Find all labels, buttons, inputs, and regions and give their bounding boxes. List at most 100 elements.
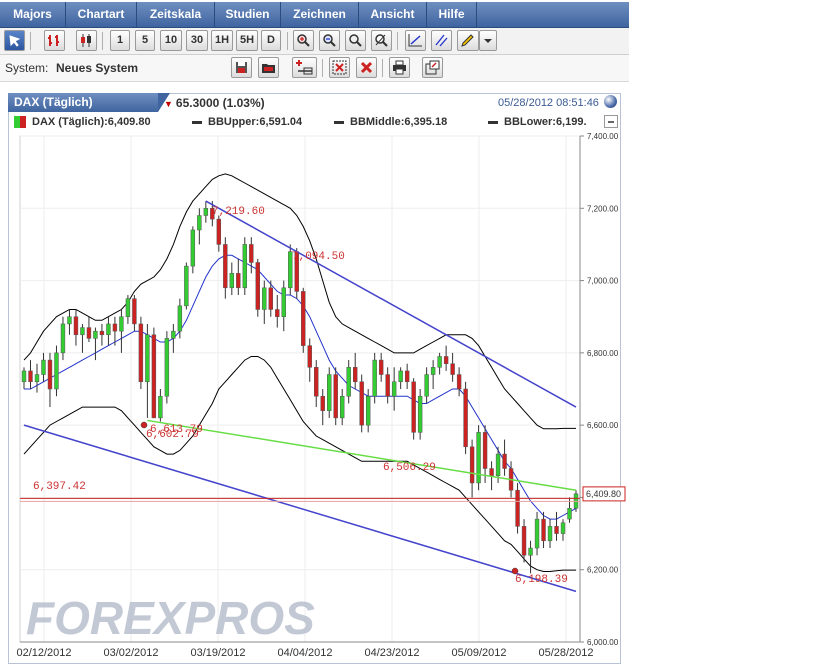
candle (450, 352, 455, 382)
candle (482, 425, 488, 483)
candle (145, 323, 150, 418)
price-annotations: 7,219.607,094.506,613.796,602.796,506.29… (33, 206, 568, 586)
candle (197, 208, 202, 245)
y-tick-label: 6,200.00 (587, 566, 619, 575)
candle (430, 360, 436, 389)
x-tick-label: 05/09/2012 (451, 647, 506, 659)
candle (437, 352, 442, 375)
candle (80, 323, 85, 353)
candle (60, 316, 66, 361)
candle (307, 338, 312, 382)
candle (476, 425, 481, 491)
candle (340, 389, 345, 426)
app-window: Majors Chartart Zeitskala Studien Zeichn… (0, 0, 629, 664)
candle (554, 511, 559, 541)
candle (385, 367, 390, 404)
candle (216, 215, 222, 252)
candle (359, 374, 364, 433)
sma-line (24, 254, 577, 520)
blue-trendline[interactable] (23, 424, 577, 593)
candle (54, 345, 59, 397)
candle (411, 378, 416, 440)
candle (203, 201, 209, 223)
candle (301, 287, 306, 353)
candle (158, 389, 163, 422)
candle (86, 316, 92, 343)
candle (333, 367, 338, 426)
candle (255, 258, 260, 317)
candle (391, 367, 397, 411)
candle (41, 352, 46, 382)
candle (28, 360, 33, 389)
candle (138, 316, 144, 389)
candle (223, 237, 228, 299)
candle (119, 309, 124, 353)
candle (164, 331, 170, 404)
candle (242, 237, 247, 296)
candle (47, 352, 53, 408)
candle (515, 482, 520, 534)
candle (547, 519, 553, 549)
candle (125, 295, 131, 324)
price-annotation: 6,506.29 (383, 462, 436, 474)
candle (372, 352, 377, 404)
candle (281, 280, 286, 332)
candle (190, 226, 196, 274)
candle (560, 519, 566, 541)
x-tick-label: 04/23/2012 (364, 647, 419, 659)
candle (463, 381, 468, 455)
candle (424, 367, 429, 404)
y-tick-label: 7,200.00 (587, 204, 619, 213)
price-annotation: 7,219.60 (212, 206, 265, 218)
bb-lower-line (23, 356, 576, 572)
plot-frame (19, 135, 581, 643)
x-tick-label: 03/19/2012 (190, 647, 245, 659)
candle (171, 323, 176, 353)
candle (34, 363, 40, 393)
price-annotation: 6,397.42 (33, 481, 86, 493)
y-tick-label: 6,000.00 (587, 638, 619, 647)
y-tick-label: 7,000.00 (587, 277, 619, 286)
swing-point-marker[interactable] (511, 567, 519, 575)
candle (184, 262, 189, 310)
candle (541, 511, 546, 549)
x-axis: 02/12/2012 03/02/2012 03/19/2012 04/04/2012… (16, 641, 594, 659)
candle (443, 345, 449, 371)
candle (534, 511, 540, 556)
swing-point-marker[interactable] (140, 421, 148, 429)
candle (249, 237, 254, 274)
candle (417, 389, 423, 440)
y-tick-label: 7,400.00 (587, 132, 619, 141)
price-annotation: 6,198.39 (515, 574, 568, 586)
y-tick-label: 6,800.00 (587, 349, 619, 358)
candle (528, 540, 533, 574)
y-axis: 7,400.00 7,200.00 7,000.00 6,800.00 6,600.00… (579, 132, 619, 647)
candle (67, 309, 72, 335)
price-annotation: 6,602.79 (146, 429, 199, 441)
candle (469, 439, 475, 498)
x-tick-label: 05/28/2012 (538, 647, 593, 659)
bb-upper-line (23, 173, 576, 430)
candle (151, 327, 157, 419)
candle (346, 360, 351, 404)
candle (132, 295, 137, 332)
y-tick-label: 6,600.00 (587, 421, 619, 430)
chart-grid (19, 135, 581, 643)
candle (320, 389, 325, 426)
candle (73, 309, 79, 346)
x-tick-label: 03/02/2012 (103, 647, 158, 659)
candle (502, 439, 507, 476)
candle (327, 367, 332, 418)
candle (456, 367, 462, 397)
candle (398, 367, 403, 389)
x-tick-label: 04/04/2012 (277, 647, 332, 659)
candle (353, 352, 358, 389)
candle (229, 262, 235, 296)
candle (236, 258, 241, 296)
blue-trendline[interactable] (205, 200, 577, 408)
candle (99, 323, 105, 346)
price-chart[interactable]: 7,400.00 7,200.00 7,000.00 6,800.00 6,600.00… (0, 0, 629, 664)
candle (404, 363, 410, 389)
bollinger-bands (23, 173, 577, 572)
candle (521, 519, 527, 563)
